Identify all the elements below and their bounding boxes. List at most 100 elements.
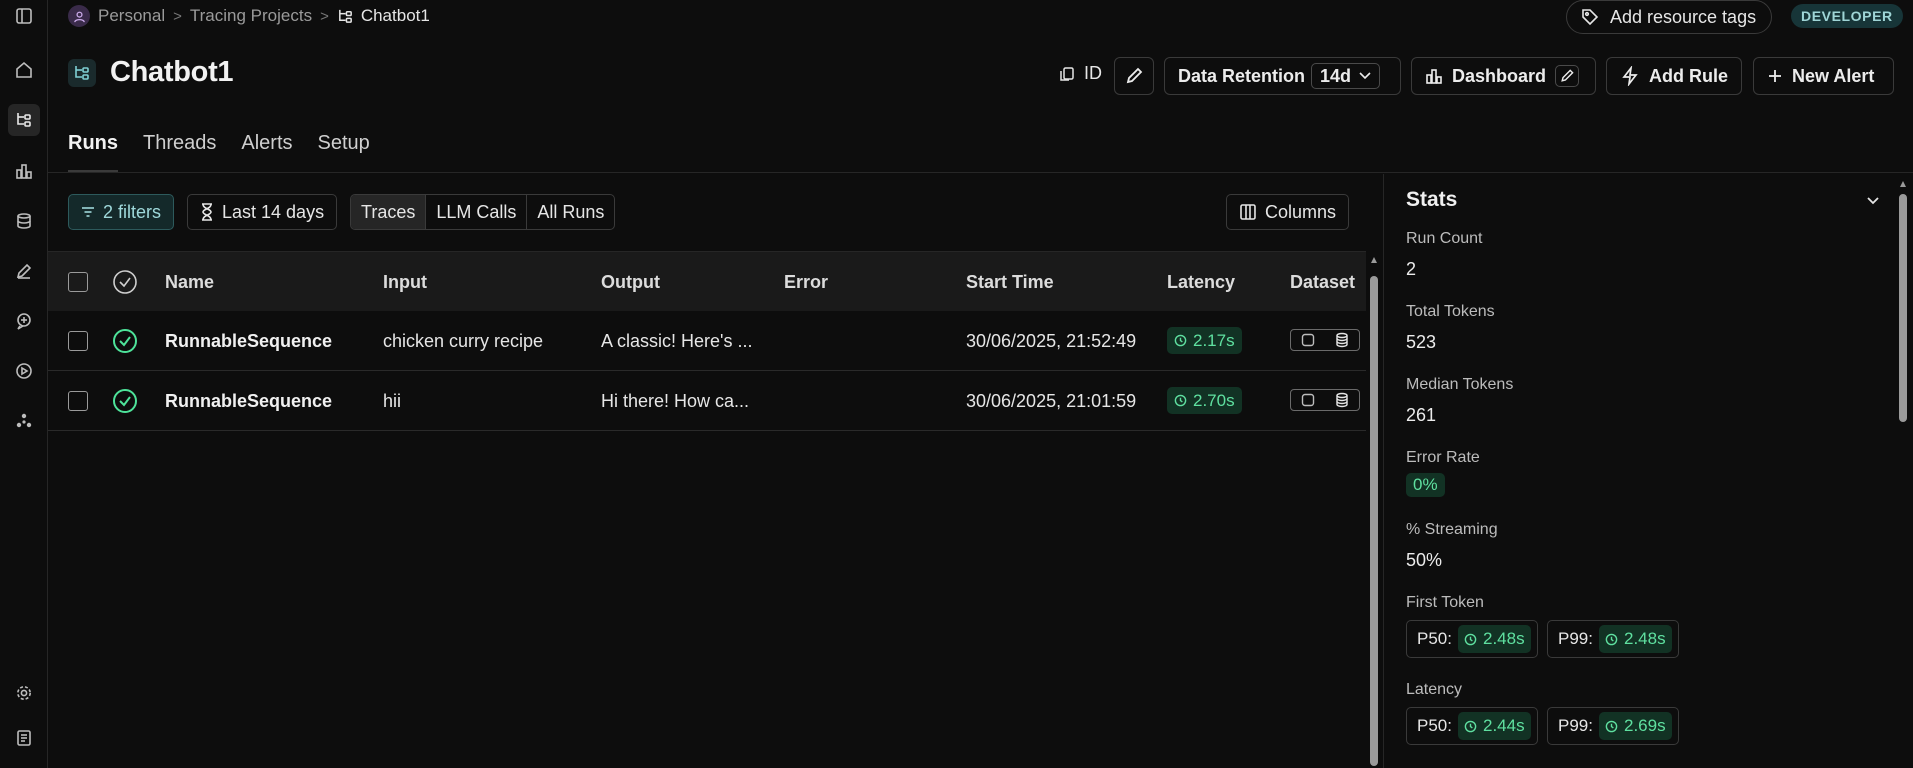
median-tokens-value: 261 — [1406, 405, 1437, 425]
add-rule-label: Add Rule — [1649, 65, 1728, 86]
row-checkbox[interactable] — [68, 331, 88, 351]
run-count-value: 2 — [1406, 259, 1417, 279]
data-retention-control: Data Retention 14d — [1164, 57, 1401, 95]
filters-button[interactable]: 2 filters — [68, 194, 175, 230]
select-all-checkbox[interactable] — [68, 272, 88, 292]
column-header-error[interactable]: Error — [784, 272, 828, 293]
first-token-label: First Token — [1406, 594, 1484, 611]
chevron-right-icon: > — [320, 7, 329, 25]
environment-badge: DEVELOPER — [1791, 4, 1903, 28]
database-icon — [1335, 392, 1348, 408]
table-row[interactable]: RunnableSequence chicken curry recipe A … — [48, 311, 1366, 371]
new-alert-label: New Alert — [1792, 65, 1875, 86]
first-token-p50-badge: 2.48s — [1457, 625, 1531, 653]
edit-dashboard-icon[interactable] — [1555, 65, 1580, 87]
annotation-pen-icon[interactable] — [8, 255, 40, 287]
table-scrollbar[interactable] — [1368, 252, 1380, 768]
breadcrumb-tracing-projects[interactable]: Tracing Projects — [190, 6, 312, 26]
time-range-button[interactable]: Last 14 days — [187, 194, 338, 230]
column-header-latency[interactable]: Latency — [1167, 272, 1235, 293]
table-scrollbar-thumb[interactable] — [1370, 276, 1378, 766]
column-header-output[interactable]: Output — [601, 272, 660, 293]
datasets-icon[interactable] — [8, 205, 40, 237]
add-resource-tags-button[interactable]: Add resource tags — [1566, 0, 1772, 34]
dashboard-label: Dashboard — [1452, 65, 1547, 86]
error-rate-label: Error Rate — [1406, 449, 1480, 466]
segment-llm-calls[interactable]: LLM Calls — [426, 195, 528, 229]
dashboard-button[interactable]: Dashboard — [1411, 57, 1596, 95]
first-token-p99-badge: 2.48s — [1598, 625, 1672, 653]
runs-table-header: Name Input Output Error Start Time Laten… — [48, 251, 1366, 311]
pencil-icon — [1126, 67, 1143, 84]
p50-label: P50: — [1417, 629, 1452, 648]
add-rule-button[interactable]: Add Rule — [1606, 57, 1742, 95]
tracing-projects-icon[interactable] — [8, 104, 40, 136]
dashboards-icon[interactable] — [8, 155, 40, 187]
first-token-p50-value: 2.48s — [1482, 629, 1525, 648]
breadcrumb-current[interactable]: Chatbot1 — [337, 6, 430, 26]
project-tabs: Runs Threads Alerts Setup — [68, 132, 370, 155]
collapse-chevron-icon[interactable] — [1866, 196, 1880, 206]
column-header-dataset[interactable]: Dataset — [1290, 272, 1355, 293]
columns-button[interactable]: Columns — [1226, 194, 1349, 230]
latency-p99-value: 2.69s — [1623, 716, 1666, 735]
settings-gear-icon[interactable] — [8, 677, 40, 709]
left-sidebar — [0, 0, 48, 768]
edit-project-button[interactable] — [1114, 57, 1154, 95]
toggle-icon — [1301, 393, 1314, 407]
scroll-up-arrow-icon[interactable] — [1899, 180, 1907, 188]
tab-alerts[interactable]: Alerts — [241, 132, 292, 155]
column-header-input[interactable]: Input — [383, 272, 427, 293]
add-to-dataset-toggle[interactable] — [1290, 389, 1360, 411]
data-retention-select[interactable]: 14d — [1311, 63, 1381, 89]
breadcrumb-personal[interactable]: Personal — [98, 6, 165, 26]
chevron-down-icon — [1359, 72, 1371, 80]
table-row[interactable]: RunnableSequence hii Hi there! How ca...… — [48, 371, 1366, 431]
row-latency-value: 2.70s — [1193, 390, 1235, 410]
sidebar-toggle-icon[interactable] — [8, 0, 40, 32]
new-alert-button[interactable]: New Alert — [1753, 57, 1894, 95]
clock-icon — [1174, 334, 1187, 347]
clock-icon — [1464, 633, 1477, 645]
project-tree-icon — [68, 58, 96, 87]
add-to-dataset-toggle[interactable] — [1290, 329, 1360, 351]
stats-panel: Stats Run Count 2 Total Tokens 523 Media… — [1383, 174, 1913, 768]
home-icon[interactable] — [8, 54, 40, 86]
tab-setup[interactable]: Setup — [318, 132, 370, 155]
scroll-up-arrow-icon[interactable] — [1370, 256, 1378, 264]
row-start-time: 30/06/2025, 21:01:59 — [966, 391, 1137, 411]
copy-id-button[interactable]: ID — [1058, 63, 1102, 84]
tab-threads[interactable]: Threads — [143, 132, 216, 155]
deployments-icon[interactable] — [8, 405, 40, 437]
success-check-icon — [113, 389, 137, 413]
add-resource-tags-label: Add resource tags — [1610, 6, 1757, 27]
docs-icon[interactable] — [8, 722, 40, 754]
time-range-label: Last 14 days — [222, 201, 325, 222]
column-header-name[interactable]: Name — [165, 272, 214, 293]
breadcrumb: Personal > Tracing Projects > Chatbot1 — [68, 4, 430, 28]
tab-runs[interactable]: Runs — [68, 132, 118, 155]
plus-icon — [1769, 70, 1781, 82]
columns-icon — [1240, 204, 1256, 220]
bar-chart-icon — [1426, 69, 1442, 84]
total-tokens-value: 523 — [1406, 332, 1437, 352]
lightning-icon — [1622, 66, 1638, 86]
playground-icon[interactable] — [8, 355, 40, 387]
row-latency-badge: 2.17s — [1167, 327, 1242, 354]
segment-traces[interactable]: Traces — [351, 195, 427, 229]
column-header-start-time[interactable]: Start Time — [966, 272, 1054, 293]
data-retention-value: 14d — [1320, 65, 1352, 86]
toggle-icon — [1301, 333, 1314, 347]
error-rate-value: 0% — [1406, 473, 1445, 497]
breadcrumb-current-label: Chatbot1 — [360, 6, 430, 25]
prompts-icon[interactable] — [8, 305, 40, 337]
stats-scrollbar[interactable] — [1897, 176, 1909, 768]
app-root: Personal > Tracing Projects > Chatbot1 A… — [0, 0, 1913, 768]
run-count-label: Run Count — [1406, 230, 1483, 247]
columns-label: Columns — [1264, 201, 1336, 222]
stats-scrollbar-thumb[interactable] — [1899, 194, 1907, 422]
row-checkbox[interactable] — [68, 391, 88, 411]
data-retention-label: Data Retention — [1178, 65, 1306, 86]
total-tokens-label: Total Tokens — [1406, 303, 1495, 320]
segment-all-runs[interactable]: All Runs — [527, 195, 614, 229]
